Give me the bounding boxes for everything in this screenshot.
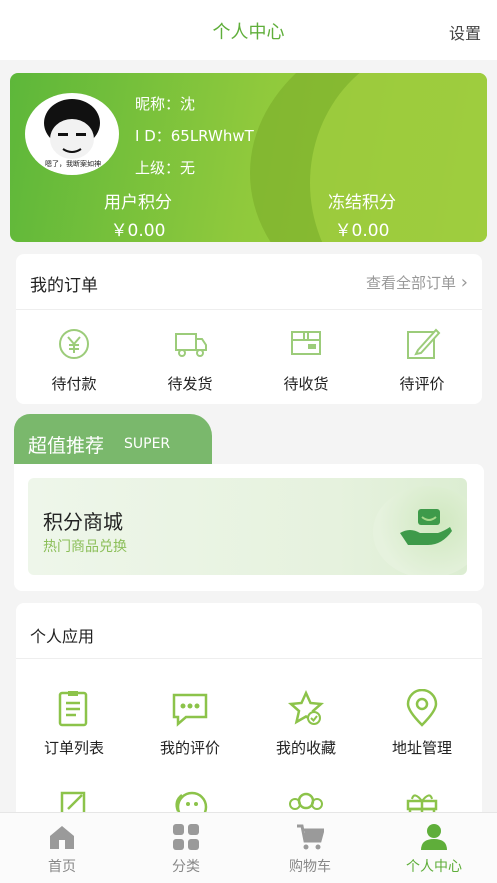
tab-category-label: 分类 [172,859,200,875]
page-title: 个人中心 [212,22,285,43]
avatar-caption: 嗯了，我断案如神 [45,160,101,168]
package-box-icon [286,326,326,362]
order-pending-shipment[interactable]: 待发货 [132,326,248,394]
tab-profile-label: 个人中心 [406,859,462,875]
personal-apps-card: 个人应用 订单列表 我的评价 我的收藏 地址管理 [16,603,482,833]
app-my-reviews[interactable]: 我的评价 [132,689,248,758]
frozen-points-label: 冻结积分 [328,193,396,213]
top-header: 个人中心 设置 [0,0,497,60]
tab-category[interactable]: 分类 [124,823,248,876]
orders-header: 我的订单 查看全部订单 › [16,254,482,310]
comment-icon [170,689,210,729]
points-mall-title: 积分商城 [43,510,123,534]
super-recommend-title: 超值推荐 [28,435,105,457]
app-order-list-label: 订单列表 [43,739,104,757]
bottom-tab-bar: 首页 分类 购物车 个人中心 [0,812,497,883]
location-pin-icon [402,688,442,729]
tab-cart[interactable]: 购物车 [248,823,372,876]
nickname: 昵称：沈 [135,95,196,113]
apps-title: 个人应用 [30,627,95,646]
frozen-points-value: ￥0.00 [334,221,390,241]
tab-profile[interactable]: 个人中心 [372,823,496,876]
order-pending-review-label: 待评价 [399,375,445,393]
order-pending-receipt[interactable]: 待收货 [248,326,364,394]
avatar[interactable]: 嗯了，我断案如神 [25,93,119,175]
order-pending-payment[interactable]: 待付款 [16,326,132,394]
apps-header: 个人应用 [16,603,482,659]
super-recommend-tab: 超值推荐 SUPER [14,414,212,468]
user-points-value: ￥0.00 [110,221,166,241]
star-favorite-icon [286,689,326,729]
order-pending-shipment-label: 待发货 [167,375,213,393]
my-orders-card: 我的订单 查看全部订单 › 待付款 待发货 待收货 待评价 [16,254,482,404]
tab-cart-label: 购物车 [289,859,331,875]
view-all-orders-label: 查看全部订单 [366,274,457,292]
chevron-right-icon: › [460,272,468,293]
orders-title: 我的订单 [30,276,98,296]
order-pending-payment-label: 待付款 [51,375,97,393]
order-pending-review[interactable]: 待评价 [364,326,480,394]
frozen-points[interactable]: 冻结积分 ￥0.00 [282,188,442,241]
home-icon [48,823,76,851]
tab-home[interactable]: 首页 [0,823,124,876]
user-points-label: 用户积分 [104,193,172,213]
super-recommend-box: 积分商城 热门商品兑换 [14,464,484,591]
super-tag: SUPER [124,436,171,452]
parent-level: 上级：无 [135,159,196,177]
yen-wallet-icon [54,326,94,362]
app-order-list[interactable]: 订单列表 [16,689,132,758]
cart-icon [296,823,325,851]
category-grid-icon [172,823,200,851]
tab-home-label: 首页 [48,859,76,875]
app-address-management-label: 地址管理 [391,739,452,757]
order-list-icon [54,689,94,729]
app-my-reviews-label: 我的评价 [159,739,220,757]
user-id: I D：65LRWhwT [135,127,254,145]
edit-review-icon [402,326,442,362]
app-my-favorites[interactable]: 我的收藏 [248,689,364,758]
user-icon [420,823,448,851]
settings-button[interactable]: 设置 [449,20,481,44]
app-address-management[interactable]: 地址管理 [364,688,480,758]
points-mall-subtitle: 热门商品兑换 [43,539,127,555]
profile-card: 嗯了，我断案如神 昵称：沈 I D：65LRWhwT 上级：无 用户积分 ￥0.… [10,73,487,242]
user-points[interactable]: 用户积分 ￥0.00 [58,188,218,241]
hand-gift-icon [398,505,454,555]
delivery-truck-icon [170,326,210,362]
app-my-favorites-label: 我的收藏 [275,739,336,757]
order-pending-receipt-label: 待收货 [283,375,329,393]
view-all-orders-link[interactable]: 查看全部订单 › [366,272,468,293]
super-recommend-section: 超值推荐 SUPER 积分商城 热门商品兑换 [14,414,484,591]
points-mall-banner[interactable]: 积分商城 热门商品兑换 [28,478,467,575]
